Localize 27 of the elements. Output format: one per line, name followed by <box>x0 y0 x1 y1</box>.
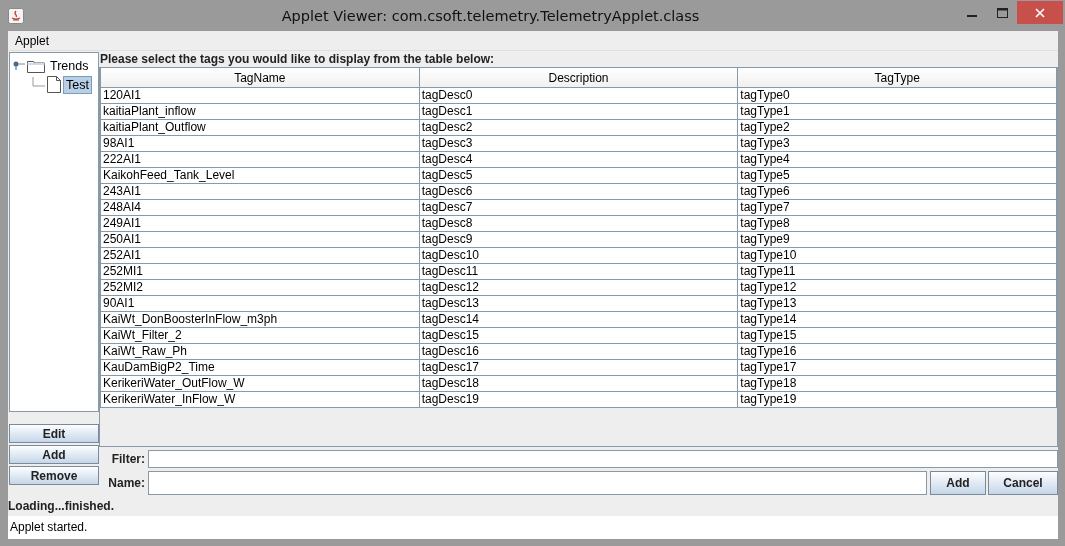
column-header[interactable]: TagName <box>100 68 420 88</box>
column-header[interactable]: TagType <box>737 68 1057 88</box>
form-button[interactable]: Cancel <box>988 471 1058 495</box>
minimize-icon <box>967 15 977 17</box>
field-label: Name: <box>107 476 145 490</box>
maximize-icon <box>996 7 1008 18</box>
tree-item[interactable]: Trends <box>47 56 92 75</box>
side-button[interactable]: Add <box>9 445 99 464</box>
form-button[interactable]: Add <box>930 471 986 495</box>
column-header[interactable]: Description <box>419 68 738 88</box>
status-bar: Applet started. <box>8 516 1058 539</box>
loading-text: Loading...finished. <box>8 498 115 515</box>
filter-field[interactable] <box>148 450 1058 468</box>
instruction-text: Please select the tags you would like to display from the table below: <box>100 51 496 67</box>
side-button[interactable]: Remove <box>9 466 99 485</box>
field-label: Filter: <box>110 452 145 466</box>
folder-icon <box>27 58 45 73</box>
tree-item[interactable]: Test <box>63 75 92 94</box>
menu-item[interactable]: Applet <box>8 33 57 48</box>
name-field[interactable] <box>148 471 927 495</box>
close-icon <box>1035 7 1045 18</box>
expanded-handle-icon[interactable] <box>13 60 25 71</box>
close-button[interactable] <box>1017 1 1063 24</box>
file-icon <box>47 76 61 93</box>
side-button[interactable]: Edit <box>9 424 99 443</box>
java-icon <box>8 7 24 24</box>
window-title: Applet Viewer: com.csoft.telemetry.TelemetryApplet.class <box>281 7 700 24</box>
